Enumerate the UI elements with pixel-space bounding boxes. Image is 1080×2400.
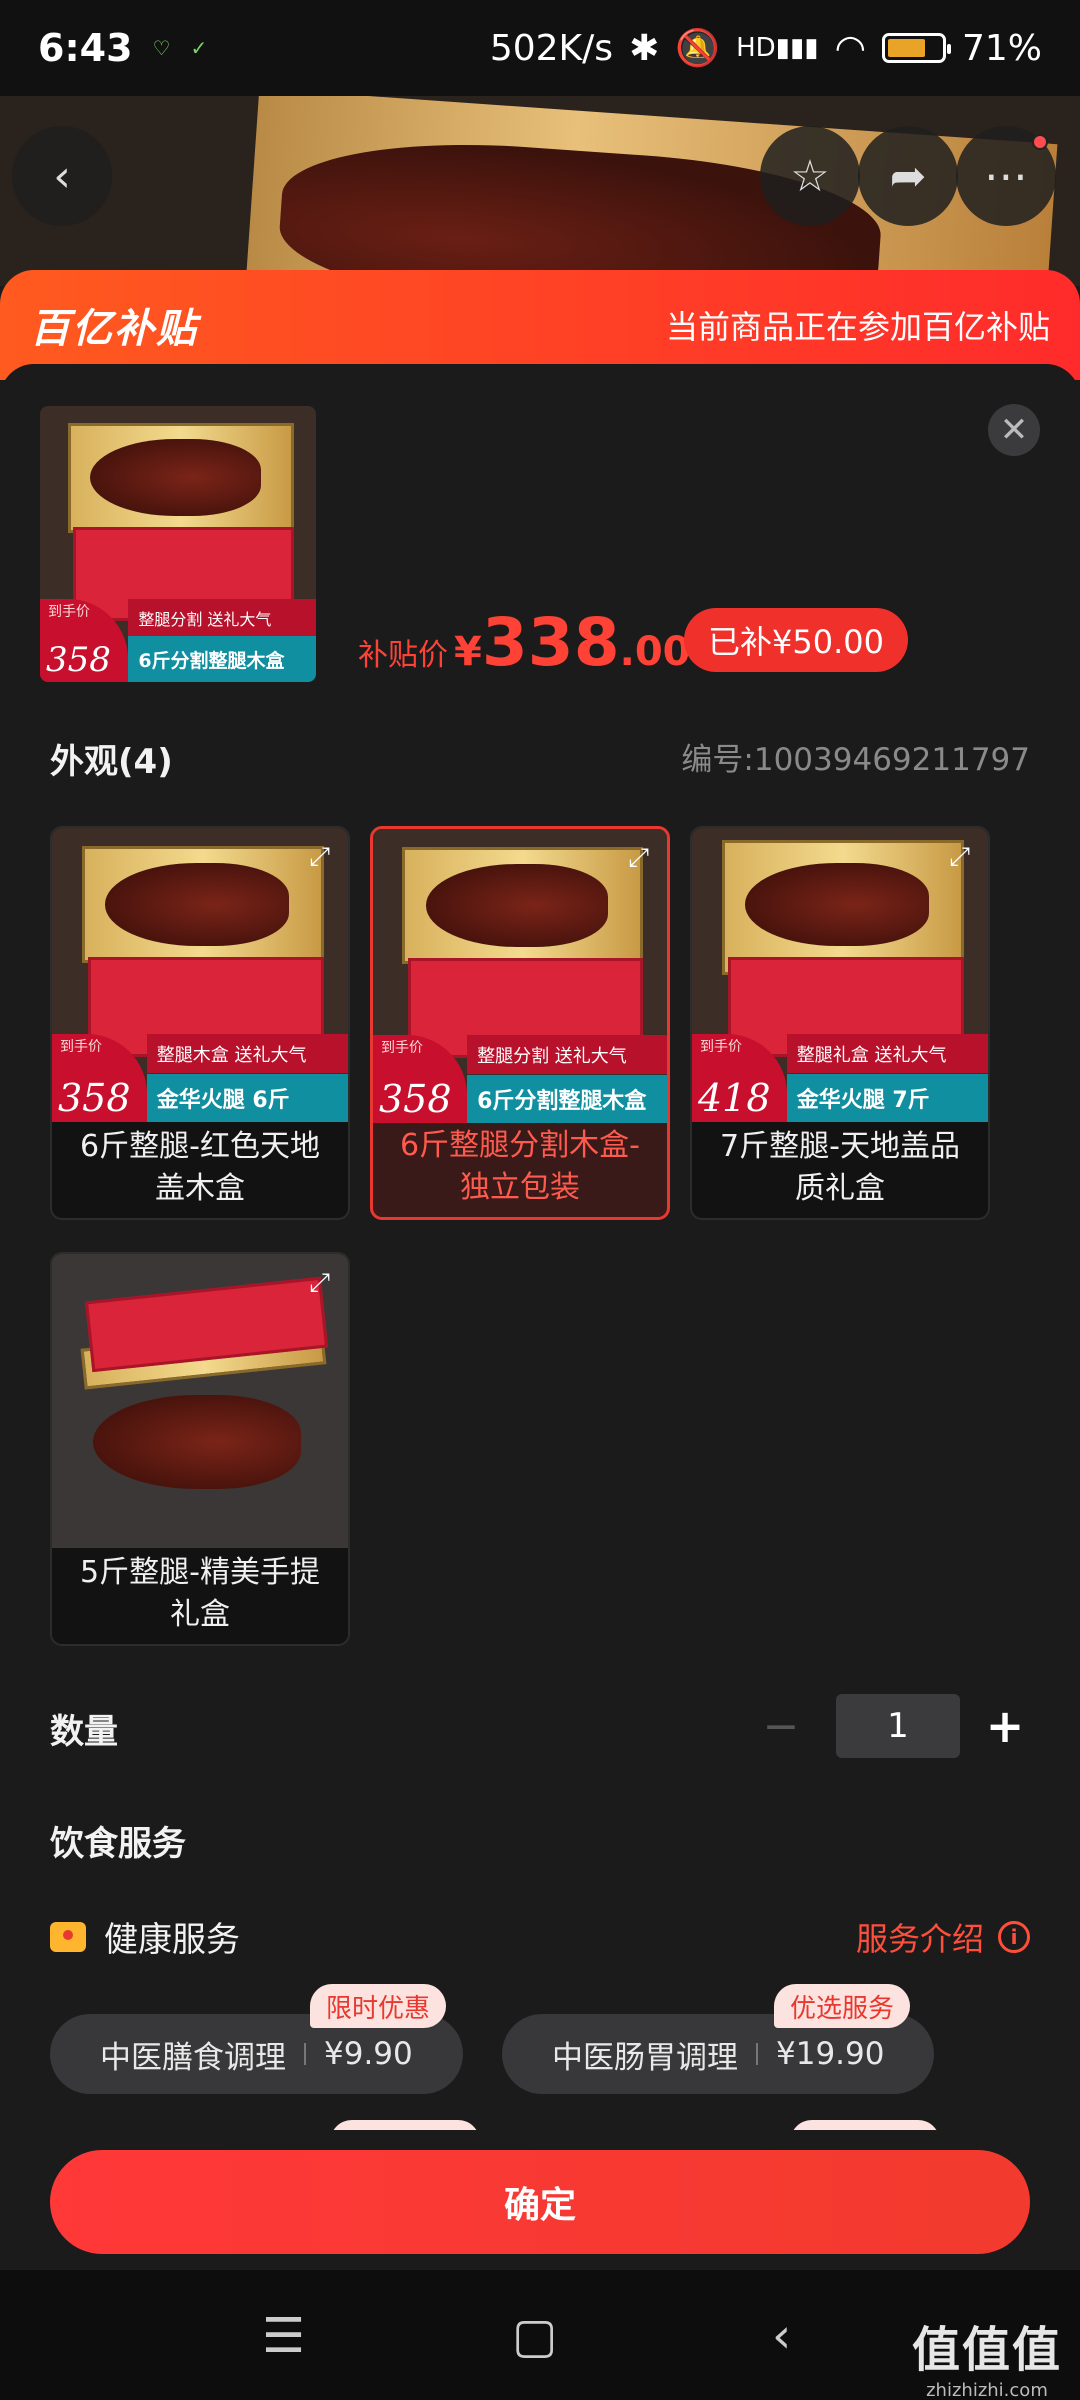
diet-service-title: 饮食服务 — [50, 1824, 186, 1864]
back-icon[interactable]: ‹ — [772, 2308, 791, 2364]
price-label: 补贴价 — [358, 638, 448, 673]
more-icon: ⋯ — [984, 150, 1028, 202]
subsidy-logo: 百亿补贴 — [30, 306, 198, 352]
health-service-label: 健康服务 — [104, 1920, 240, 1960]
decrease-button[interactable]: − — [746, 1701, 816, 1752]
price-tag-overlay: 到手价 358 整腿分割 送礼大气 6斤分割整腿木盒 — [40, 599, 316, 682]
health-service-row: 健康服务 服务介绍 i — [50, 1912, 1030, 1961]
appearance-title: 外观(4) — [50, 742, 173, 782]
hd-signal-icon: HD▮▮▮ — [736, 33, 819, 63]
service-intro-link[interactable]: 服务介绍 i — [856, 1914, 1030, 1960]
increase-button[interactable]: + — [980, 1699, 1030, 1753]
expand-icon[interactable]: ⤢ — [309, 842, 330, 873]
home-icon[interactable]: ▢ — [512, 2308, 557, 2364]
option-card[interactable]: ⤢ 5斤整腿-精美手提礼盒 — [50, 1252, 350, 1646]
info-icon: i — [998, 1920, 1030, 1953]
subsidy-message: 当前商品正在参加百亿补贴 — [665, 308, 1050, 346]
quantity-label: 数量 — [50, 1712, 118, 1752]
status-bar: 6:43 ♡ ✓ 502K/s ✱ 🔕 HD▮▮▮ ◠ 71% — [0, 0, 1080, 96]
option-caption: 6斤整腿-红色天地盖木盒 — [80, 1129, 320, 1206]
expand-icon[interactable]: ⤢ — [628, 843, 649, 874]
promo-badge: 优选服务 — [774, 1984, 911, 2028]
favorite-button[interactable]: ☆ — [760, 126, 860, 226]
option-image: ⤢ 到手价 358 整腿木盒 送礼大气 金华火腿 6斤 — [52, 828, 348, 1122]
clock: 6:43 — [38, 26, 133, 70]
heart-status-icon: ♡ — [152, 36, 171, 60]
option-image: ⤢ 到手价 418 整腿礼盒 送礼大气 金华火腿 7斤 — [692, 828, 988, 1122]
battery-icon — [881, 33, 951, 63]
chevron-left-icon: ‹ — [53, 150, 71, 202]
more-button[interactable]: ⋯ — [956, 126, 1056, 226]
watermark: 值值值 zhizhizhi.com — [911, 2322, 1062, 2400]
selected-product-thumbnail[interactable]: 到手价 358 整腿分割 送礼大气 6斤分割整腿木盒 — [40, 406, 316, 682]
option-caption: 7斤整腿-天地盖品质礼盒 — [720, 1129, 960, 1206]
option-image: ⤢ 到手价 358 整腿分割 送礼大气 6斤分割整腿木盒 — [373, 829, 667, 1123]
subsidy-price: 补贴价 ¥ 338 .00 — [358, 604, 690, 681]
promo-badge: 限时优惠 — [310, 1984, 447, 2028]
price-integer: 338 — [481, 604, 620, 681]
star-icon: ☆ — [790, 150, 830, 202]
option-card[interactable]: ⤢ 到手价 418 整腿礼盒 送礼大气 金华火腿 7斤 7斤整腿-天地盖品质礼盒 — [690, 826, 990, 1220]
bluetooth-icon: ✱ — [629, 27, 660, 69]
quantity-value[interactable]: 1 — [836, 1694, 960, 1758]
option-caption: 6斤整腿分割木盒-独立包装 — [400, 1128, 640, 1205]
back-button[interactable]: ‹ — [12, 126, 112, 226]
close-button[interactable]: ✕ — [988, 404, 1040, 456]
sku-number: 编号:10039469211797 — [681, 742, 1030, 778]
wifi-icon: ◠ — [834, 27, 866, 69]
confirm-button[interactable]: 确定 — [50, 2150, 1030, 2254]
vpn-status-icon: ✓ — [190, 36, 208, 60]
expand-icon[interactable]: ⤢ — [309, 1268, 330, 1299]
currency-symbol: ¥ — [454, 629, 482, 675]
share-button[interactable]: ➦ — [858, 126, 958, 226]
battery-percent: 71% — [961, 27, 1042, 69]
notification-dot — [1032, 134, 1048, 150]
net-speed: 502K/s — [489, 27, 614, 69]
option-caption: 5斤整腿-精美手提礼盒 — [80, 1555, 320, 1632]
medical-kit-icon — [50, 1921, 86, 1952]
sku-selector-sheet: ✕ 到手价 358 整腿分割 送礼大气 6斤分割整腿木盒 补贴价 ¥ 338 .0… — [0, 364, 1080, 2264]
quantity-stepper: − 1 + — [746, 1694, 1030, 1758]
option-image: ⤢ — [52, 1254, 348, 1548]
close-icon: ✕ — [999, 410, 1029, 450]
expand-icon[interactable]: ⤢ — [949, 842, 970, 873]
option-card-selected[interactable]: ⤢ 到手价 358 整腿分割 送礼大气 6斤分割整腿木盒 6斤整腿分割木盒-独立包… — [370, 826, 670, 1220]
battery-fill — [887, 39, 925, 57]
menu-icon[interactable]: ☰ — [262, 2308, 305, 2364]
option-card[interactable]: ⤢ 到手价 358 整腿木盒 送礼大气 金华火腿 6斤 6斤整腿-红色天地盖木盒 — [50, 826, 350, 1220]
price-decimal: .00 — [619, 629, 691, 675]
mute-icon: 🔕 — [675, 28, 721, 69]
subsidy-amount-badge: 已补¥50.00 — [684, 608, 908, 672]
share-icon: ➦ — [889, 150, 927, 202]
